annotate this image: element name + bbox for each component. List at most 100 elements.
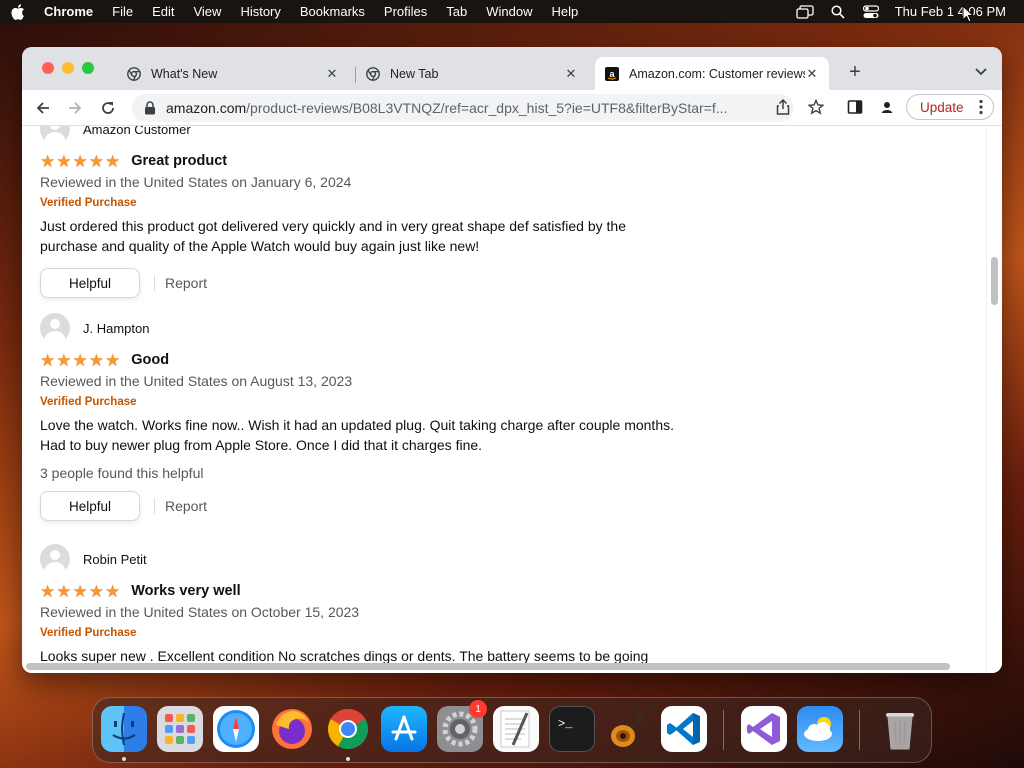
tab-close-icon[interactable]: ✕ bbox=[564, 66, 578, 81]
tab-new-tab[interactable]: New Tab ✕ bbox=[356, 57, 588, 90]
menu-profiles[interactable]: Profiles bbox=[384, 4, 427, 19]
tab-amazon-reviews[interactable]: a Amazon.com: Customer reviews ✕ bbox=[595, 57, 829, 90]
share-icon[interactable] bbox=[774, 98, 792, 116]
star-icon: ★ bbox=[105, 151, 121, 171]
verified-purchase-badge[interactable]: Verified Purchase bbox=[40, 622, 720, 644]
finder-icon[interactable] bbox=[101, 706, 147, 752]
menu-window[interactable]: Window bbox=[486, 4, 532, 19]
zoom-window-button[interactable] bbox=[82, 62, 94, 74]
control-center-icon[interactable] bbox=[862, 4, 880, 19]
avatar bbox=[40, 126, 70, 144]
star-icon: ★ bbox=[105, 581, 121, 601]
reviewer-name[interactable]: Amazon Customer bbox=[83, 126, 191, 137]
star-rating[interactable]: ★ ★ ★ ★ ★ bbox=[40, 583, 121, 600]
app-store-icon[interactable] bbox=[381, 706, 427, 752]
tab-close-icon[interactable]: ✕ bbox=[805, 66, 819, 81]
star-rating[interactable]: ★ ★ ★ ★ ★ bbox=[40, 352, 121, 369]
side-panel-icon[interactable] bbox=[846, 98, 864, 116]
menu-help[interactable]: Help bbox=[552, 4, 579, 19]
review-title[interactable]: Works very well bbox=[131, 583, 240, 599]
menu-bar: Chrome File Edit View History Bookmarks … bbox=[0, 0, 1024, 23]
reload-icon[interactable] bbox=[99, 99, 117, 117]
apple-menu-icon[interactable] bbox=[10, 3, 26, 20]
tab-title: Amazon.com: Customer reviews bbox=[629, 66, 805, 81]
trash-icon[interactable] bbox=[877, 706, 923, 752]
horizontal-scrollbar[interactable] bbox=[26, 663, 950, 670]
forward-arrow-icon[interactable] bbox=[66, 99, 84, 117]
menu-tab[interactable]: Tab bbox=[446, 4, 467, 19]
tab-search-chevron-icon[interactable] bbox=[974, 64, 988, 78]
star-icon: ★ bbox=[40, 581, 56, 601]
bookmark-star-icon[interactable] bbox=[807, 98, 825, 116]
dock-divider bbox=[723, 710, 724, 750]
review-card: J. Hampton ★ ★ ★ ★ ★ Good Reviewed in the Un… bbox=[40, 313, 720, 521]
tab-title: New Tab bbox=[390, 66, 439, 81]
vscode-icon[interactable] bbox=[661, 706, 707, 752]
url-host: amazon.com bbox=[166, 100, 247, 116]
menu-view[interactable]: View bbox=[193, 4, 221, 19]
star-icon: ★ bbox=[105, 350, 121, 370]
verified-purchase-badge[interactable]: Verified Purchase bbox=[40, 391, 720, 413]
app-menu-chrome[interactable]: Chrome bbox=[44, 4, 93, 19]
running-indicator bbox=[122, 757, 126, 761]
action-divider bbox=[154, 275, 155, 291]
weather-icon[interactable] bbox=[797, 706, 843, 752]
notification-badge: 1 bbox=[469, 700, 487, 718]
review-body-line: Just ordered this product got delivered … bbox=[40, 218, 626, 234]
site-info-icon[interactable] bbox=[144, 101, 156, 115]
review-date: Reviewed in the United States on August … bbox=[40, 373, 353, 389]
garageband-icon[interactable] bbox=[605, 706, 651, 752]
reviewer-name[interactable]: J. Hampton bbox=[83, 321, 149, 336]
terminal-icon[interactable]: >_ bbox=[549, 706, 595, 752]
review-body-line: purchase and quality of the Apple Watch … bbox=[40, 238, 480, 254]
svg-text:>_: >_ bbox=[558, 717, 573, 731]
star-icon: ★ bbox=[88, 151, 104, 171]
review-date: Reviewed in the United States on October… bbox=[40, 604, 360, 620]
menu-bookmarks[interactable]: Bookmarks bbox=[300, 4, 365, 19]
update-chrome-button[interactable]: Update bbox=[906, 94, 994, 120]
new-tab-plus-icon[interactable]: + bbox=[846, 62, 864, 82]
firefox-icon[interactable] bbox=[269, 706, 315, 752]
star-icon: ★ bbox=[72, 350, 88, 370]
more-menu-icon[interactable] bbox=[979, 99, 983, 115]
reviewer-name[interactable]: Robin Petit bbox=[83, 552, 147, 567]
menu-file[interactable]: File bbox=[112, 4, 133, 19]
star-icon: ★ bbox=[72, 581, 88, 601]
menubar-clock[interactable]: Thu Feb 1 4:06 PM bbox=[895, 4, 1006, 19]
update-label: Update bbox=[920, 99, 964, 115]
launchpad-icon[interactable] bbox=[157, 706, 203, 752]
textedit-icon[interactable] bbox=[493, 706, 539, 752]
report-link[interactable]: Report bbox=[165, 275, 207, 291]
action-divider bbox=[154, 498, 155, 514]
url-text[interactable]: amazon.com/product-reviews/B08L3VTNQZ/re… bbox=[166, 100, 766, 116]
star-rating[interactable]: ★ ★ ★ ★ ★ bbox=[40, 153, 121, 170]
browser-window: What's New ✕ New Tab ✕ a Amazon.com: Cus… bbox=[22, 47, 1002, 673]
minimize-window-button[interactable] bbox=[62, 62, 74, 74]
screen-mirroring-icon[interactable] bbox=[796, 4, 814, 19]
safari-icon[interactable] bbox=[213, 706, 259, 752]
profile-avatar-icon[interactable] bbox=[878, 98, 896, 116]
star-icon: ★ bbox=[40, 151, 56, 171]
helpful-button[interactable]: Helpful bbox=[40, 268, 140, 298]
back-arrow-icon[interactable] bbox=[34, 99, 52, 117]
menu-history[interactable]: History bbox=[240, 4, 280, 19]
review-title[interactable]: Great product bbox=[131, 153, 227, 169]
vertical-scrollbar[interactable] bbox=[991, 257, 998, 305]
report-link[interactable]: Report bbox=[165, 498, 207, 514]
page-content: Amazon Customer ★ ★ ★ ★ ★ Great product Revi… bbox=[22, 126, 1002, 673]
address-bar[interactable]: amazon.com/product-reviews/B08L3VTNQZ/re… bbox=[132, 94, 794, 122]
window-controls bbox=[42, 62, 94, 74]
verified-purchase-badge[interactable]: Verified Purchase bbox=[40, 192, 720, 214]
spotlight-search-icon[interactable] bbox=[829, 4, 847, 19]
avatar bbox=[40, 544, 70, 574]
system-settings-icon[interactable]: 1 bbox=[437, 700, 487, 752]
tab-whats-new[interactable]: What's New ✕ bbox=[117, 57, 349, 90]
visual-studio-icon[interactable] bbox=[741, 706, 787, 752]
close-window-button[interactable] bbox=[42, 62, 54, 74]
tab-close-icon[interactable]: ✕ bbox=[325, 66, 339, 81]
review-title[interactable]: Good bbox=[131, 352, 169, 368]
amazon-icon: a bbox=[605, 66, 619, 81]
chrome-app-icon[interactable] bbox=[325, 706, 371, 752]
menu-edit[interactable]: Edit bbox=[152, 4, 174, 19]
helpful-button[interactable]: Helpful bbox=[40, 491, 140, 521]
